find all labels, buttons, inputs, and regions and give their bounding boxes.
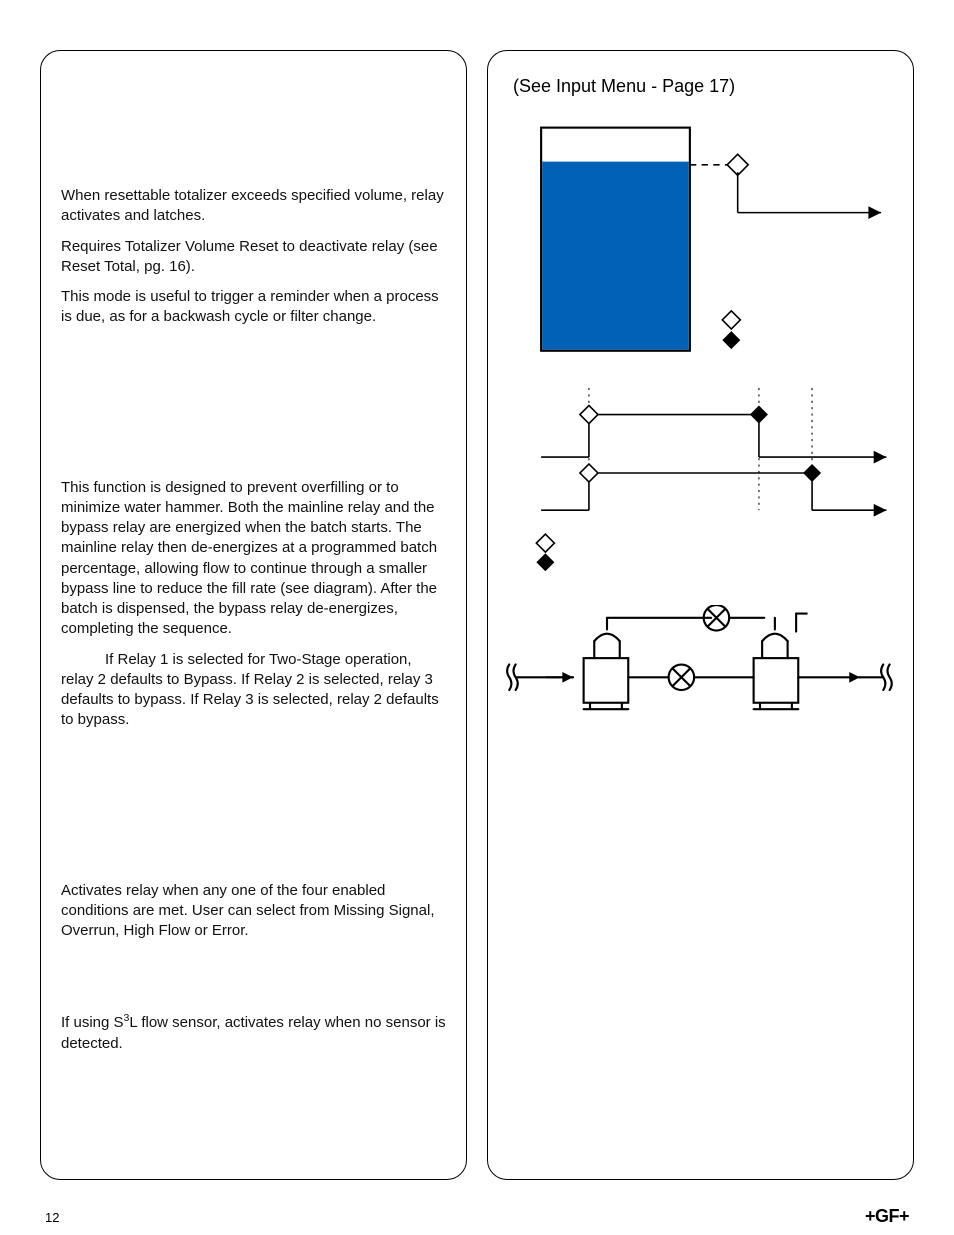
piping-diagram bbox=[488, 605, 913, 743]
volume-mode-section: When resettable totalizer exceeds specif… bbox=[61, 186, 446, 328]
tank-diagram bbox=[488, 117, 913, 383]
body-text: This mode is useful to trigger a reminde… bbox=[61, 287, 446, 328]
body-text: Requires Totalizer Volume Reset to deact… bbox=[61, 237, 446, 278]
relay-energized-icon bbox=[536, 534, 554, 552]
page-footer: 12 +GF+ bbox=[0, 1206, 954, 1227]
missing-signal-section: If using S3L flow sensor, activates rela… bbox=[61, 1011, 446, 1054]
left-panel: When resettable totalizer exceeds specif… bbox=[40, 50, 467, 1180]
body-text-span: If Relay 1 is selected for Two-Stage ope… bbox=[61, 651, 439, 729]
two-stage-section: This function is designed to prevent ove… bbox=[61, 478, 446, 731]
relay-deenergized-icon bbox=[536, 553, 554, 571]
relay-deenergized-icon bbox=[722, 331, 740, 349]
body-text: If using S3L flow sensor, activates rela… bbox=[61, 1011, 446, 1054]
right-panel: (See Input Menu - Page 17) bbox=[487, 50, 914, 1180]
multi-alarm-section: Activates relay when any one of the four… bbox=[61, 881, 446, 942]
body-text: Activates relay when any one of the four… bbox=[61, 881, 446, 942]
body-text: This function is designed to prevent ove… bbox=[61, 478, 446, 640]
body-text: When resettable totalizer exceeds specif… bbox=[61, 186, 446, 227]
timing-diagram bbox=[488, 388, 913, 601]
body-text: If Relay 1 is selected for Two-Stage ope… bbox=[61, 650, 446, 731]
page-number: 12 bbox=[45, 1210, 59, 1225]
relay-energized-icon bbox=[722, 311, 740, 329]
right-header: (See Input Menu - Page 17) bbox=[488, 51, 913, 97]
brand-logo: +GF+ bbox=[865, 1206, 909, 1227]
